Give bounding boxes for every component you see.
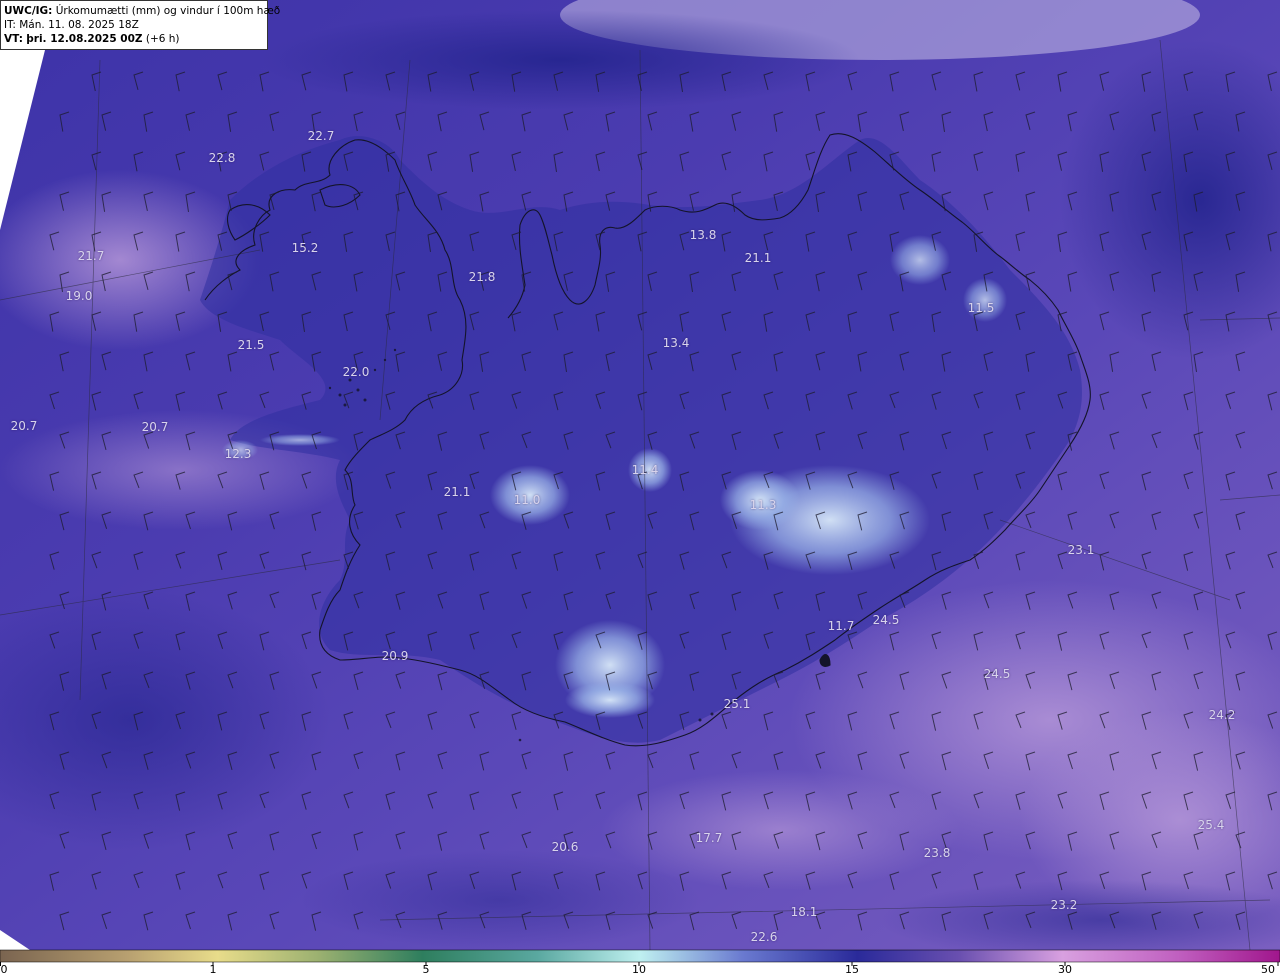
map-value: 24.5 <box>872 613 900 627</box>
legend-tick-label: 50 <box>1261 963 1275 976</box>
legend-colorbar <box>0 949 1280 963</box>
legend-tick-label: 5 <box>422 963 430 976</box>
map-value: 19.0 <box>65 289 93 303</box>
map-value: 11.4 <box>631 463 659 477</box>
map-header: UWC/IG: Úrkomumætti (mm) og vindur í 100… <box>0 0 280 50</box>
map-value: 21.1 <box>443 485 471 499</box>
map-value: 11.7 <box>827 619 855 633</box>
map-value: 15.2 <box>291 241 319 255</box>
legend-tick-label: 10 <box>632 963 646 976</box>
map-value: 13.8 <box>689 228 717 242</box>
map-value: 17.7 <box>695 831 723 845</box>
map-value: 22.8 <box>208 151 236 165</box>
legend-tick-label: 1 <box>209 963 217 976</box>
map-value: 22.7 <box>307 129 335 143</box>
map-value: 12.3 <box>224 447 252 461</box>
valid-time: þri. 12.08.2025 00Z <box>26 33 143 45</box>
map-value: 11.3 <box>749 498 777 512</box>
map-value: 24.5 <box>983 667 1011 681</box>
map-value: 13.4 <box>662 336 690 350</box>
map-value: 20.9 <box>381 649 409 663</box>
map-value: 24.2 <box>1208 708 1236 722</box>
init-prefix: IT: <box>4 19 16 31</box>
map-value: 22.0 <box>342 365 370 379</box>
map-value: 11.5 <box>967 301 995 315</box>
map-value: 20.6 <box>551 840 579 854</box>
map-value: 25.4 <box>1197 818 1225 832</box>
map-value: 25.1 <box>723 697 751 711</box>
model-name: UWC/IG: <box>4 5 53 17</box>
map-title: Úrkomumætti (mm) og vindur í 100m hæð <box>55 5 281 17</box>
map-value: 20.7 <box>10 419 38 433</box>
map-value: 21.7 <box>77 249 105 263</box>
valid-time-row: VT: þri. 12.08.2025 00Z (+6 h) <box>4 32 267 46</box>
map-value: 23.1 <box>1067 543 1095 557</box>
init-time: Mán. 11. 08. 2025 18Z <box>19 19 139 31</box>
legend-tick-label: 0 <box>0 963 8 976</box>
legend-tick-label: 30 <box>1058 963 1072 976</box>
map-value: 23.2 <box>1050 898 1078 912</box>
map-value: 20.7 <box>141 420 169 434</box>
map-value: 21.1 <box>744 251 772 265</box>
map-value: 23.8 <box>923 846 951 860</box>
precipitation-wind-map <box>0 0 1280 966</box>
map-value: 18.1 <box>790 905 818 919</box>
map-value: 21.5 <box>237 338 265 352</box>
legend-tick-label: 15 <box>845 963 859 976</box>
map-value: 11.0 <box>513 493 541 507</box>
init-time-row: IT: Mán. 11. 08. 2025 18Z <box>4 18 267 32</box>
map-value: 21.8 <box>468 270 496 284</box>
header-title-row: UWC/IG: Úrkomumætti (mm) og vindur í 100… <box>4 4 280 18</box>
valid-prefix: VT: <box>4 33 23 45</box>
lead-time: (+6 h) <box>145 33 180 45</box>
map-value: 22.6 <box>750 930 778 944</box>
